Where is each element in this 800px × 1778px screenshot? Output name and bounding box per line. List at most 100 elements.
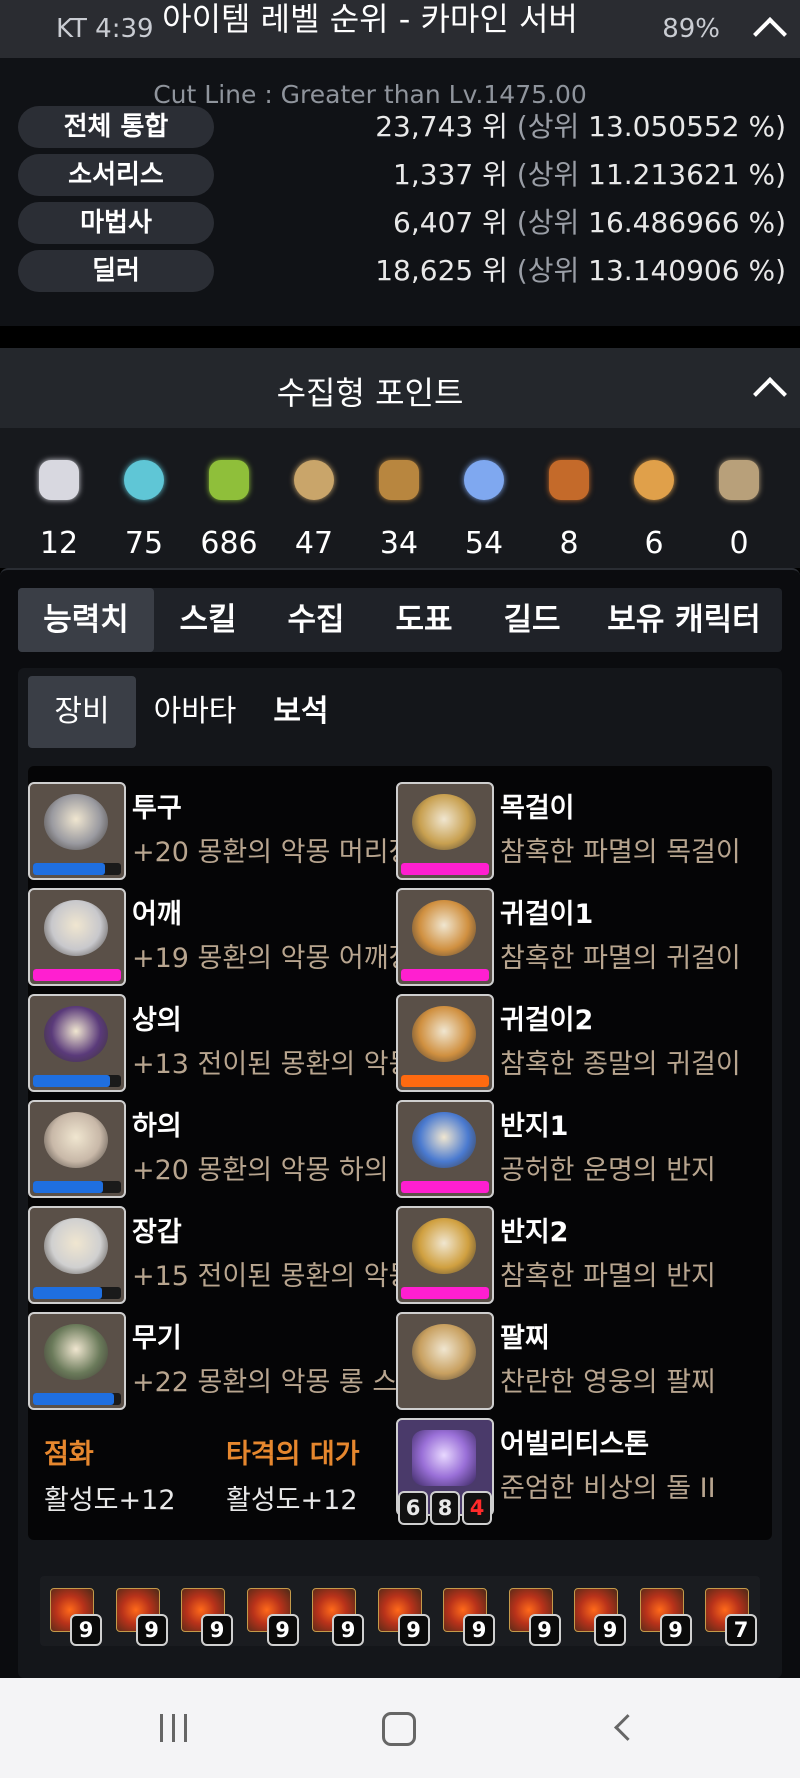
- gem-slot[interactable]: 9: [503, 1588, 561, 1646]
- recent-apps-icon[interactable]: [144, 1708, 204, 1748]
- gem-level: 9: [528, 1614, 561, 1646]
- item-name: +19 몽환의 악몽 어깨장식: [132, 943, 398, 974]
- gem-slot[interactable]: 9: [44, 1588, 102, 1646]
- equipment-slot[interactable]: 하의 +20 몽환의 악몽 하의: [28, 1100, 398, 1200]
- item-thumbnail: [396, 1312, 494, 1410]
- leaf-icon: [464, 460, 504, 500]
- collection-count: 0: [729, 526, 749, 561]
- item-name: +13 전이된 몽환의 악몽 상의: [132, 1049, 398, 1080]
- gem-level: 9: [659, 1614, 692, 1646]
- equipment-slot[interactable]: 귀걸이2 참혹한 종말의 귀걸이: [396, 994, 766, 1094]
- slot-name: 상의: [132, 1005, 182, 1036]
- equipment-slot[interactable]: 목걸이참혹한 파멸의 목걸이: [396, 782, 766, 882]
- rank-row: 딜러 18,625 위 (상위 13.140906 %): [18, 250, 786, 292]
- gem-slot[interactable]: 9: [241, 1588, 299, 1646]
- slot-name: 팔찌: [500, 1323, 550, 1354]
- item-thumbnail: [396, 782, 494, 880]
- item-name: 참혹한 파멸의 목걸이: [500, 837, 741, 868]
- quality-bar-fill: [33, 1287, 102, 1299]
- map-icon: [294, 460, 334, 500]
- item-thumbnail: [28, 888, 126, 986]
- quality-bar: [33, 1393, 121, 1405]
- gem-slot[interactable]: 9: [110, 1588, 168, 1646]
- equipment-slot[interactable]: 팔찌찬란한 영웅의 팔찌: [396, 1312, 766, 1412]
- gem-slot[interactable]: 9: [175, 1588, 233, 1646]
- equipment-slot[interactable]: 귀걸이1 참혹한 파멸의 귀걸이: [396, 888, 766, 988]
- collection-item[interactable]: 6: [612, 444, 696, 564]
- collection-title: 수집형 포인트: [276, 374, 464, 412]
- equipment-slot[interactable]: 장갑 +15 전이된 몽환의 악몽 장갑: [28, 1206, 398, 1306]
- item-thumbnail: [28, 782, 126, 880]
- rank-category-pill: 소서리스: [18, 154, 214, 196]
- tab-item[interactable]: 수집: [262, 588, 370, 652]
- collection-count: 75: [124, 526, 164, 561]
- item-name: +20 몽환의 악몽 머리장식: [132, 837, 398, 868]
- subtab-item[interactable]: 아바타: [140, 676, 250, 748]
- item-thumbnail: [28, 1206, 126, 1304]
- gem-bar: 9 9 9 9 9 9 9 9 9 9 7: [40, 1576, 760, 1646]
- gem-level: 9: [463, 1614, 495, 1646]
- gem-slot[interactable]: 9: [306, 1588, 364, 1646]
- back-icon[interactable]: [596, 1708, 656, 1748]
- item-name: 찬란한 영웅의 팔찌: [500, 1367, 716, 1398]
- gem-slot[interactable]: 9: [568, 1588, 626, 1646]
- item-art-icon: [44, 1324, 108, 1380]
- quality-bar: [401, 1287, 489, 1299]
- collection-count: 686: [200, 526, 258, 561]
- tab-item[interactable]: 보유 캐릭터: [586, 588, 782, 652]
- item-thumbnail: [28, 1312, 126, 1410]
- tab-item[interactable]: 길드: [478, 588, 586, 652]
- collection-item[interactable]: 12: [17, 444, 101, 564]
- subtab-item[interactable]: 보석: [256, 676, 346, 748]
- quality-bar-fill: [33, 1393, 114, 1405]
- equipment-slot[interactable]: 투구 +20 몽환의 악몽 머리장식: [28, 782, 398, 882]
- item-art-icon: [412, 1324, 476, 1380]
- slot-name: 목걸이: [500, 793, 575, 824]
- telescope-icon: [379, 460, 419, 500]
- collection-item[interactable]: 34: [357, 444, 441, 564]
- tab-item[interactable]: 스킬: [154, 588, 262, 652]
- collection-item[interactable]: 47: [272, 444, 356, 564]
- collection-points: 12 75 686 47 34 54 8 6 0: [0, 428, 800, 568]
- rank-paren-label: (상위: [516, 254, 580, 287]
- collection-item[interactable]: 686: [187, 444, 271, 564]
- item-art-icon: [412, 1218, 476, 1274]
- tab-item[interactable]: 능력치: [18, 588, 154, 652]
- equipment-slot[interactable]: 무기 +22 몽환의 악몽 롱 스태프: [28, 1312, 398, 1412]
- rank-value: 18,625 위 (상위 13.140906 %): [375, 250, 786, 292]
- quality-bar-fill: [33, 969, 121, 981]
- rank-row: 전체 통합 23,743 위 (상위 13.050552 %): [18, 106, 786, 148]
- engraving-level: 활성도+12: [44, 1485, 176, 1516]
- equipment-slot[interactable]: 상의 +13 전이된 몽환의 악몽 상의: [28, 994, 398, 1094]
- equipment-slot[interactable]: 반지1 공허한 운명의 반지: [396, 1100, 766, 1200]
- gem-slot[interactable]: 7: [699, 1588, 757, 1646]
- quality-bar-fill: [401, 969, 489, 981]
- collection-item[interactable]: 8: [527, 444, 611, 564]
- gem-slot[interactable]: 9: [372, 1588, 430, 1646]
- equipment-slot[interactable]: 반지2 참혹한 파멸의 반지: [396, 1206, 766, 1306]
- item-art-icon: [44, 1112, 108, 1168]
- gem-slot[interactable]: 9: [437, 1588, 495, 1646]
- collection-header[interactable]: 수집형 포인트: [0, 348, 800, 428]
- rank-row: 마법사 6,407 위 (상위 16.486966 %): [18, 202, 786, 244]
- slot-name: 어빌리티스톤: [500, 1429, 650, 1460]
- slot-name: 하의: [132, 1111, 182, 1142]
- collapse-chevron-icon[interactable]: [753, 17, 787, 51]
- quality-bar: [401, 969, 489, 981]
- ability-stone-slot[interactable]: 6 8 4 어빌리티스톤 준엄한 비상의 돌 II: [396, 1418, 766, 1528]
- subtab-item[interactable]: 장비: [28, 676, 136, 748]
- item-thumbnail: [28, 994, 126, 1092]
- collection-item[interactable]: 54: [442, 444, 526, 564]
- equipment-slot[interactable]: 어깨 +19 몽환의 악몽 어깨장식: [28, 888, 398, 988]
- system-nav-bar: [0, 1678, 800, 1778]
- collection-item[interactable]: 75: [102, 444, 186, 564]
- home-icon[interactable]: [370, 1708, 430, 1748]
- main-tabs: 능력치 스킬 수집 도표 길드 보유 캐릭터: [18, 588, 782, 652]
- quality-bar: [33, 1181, 121, 1193]
- collapse-chevron-icon[interactable]: [753, 377, 787, 411]
- collection-count: 12: [39, 526, 79, 561]
- collection-item[interactable]: 0: [697, 444, 781, 564]
- item-name: +22 몽환의 악몽 롱 스태프: [132, 1367, 398, 1398]
- gem-slot[interactable]: 9: [634, 1588, 692, 1646]
- tab-item[interactable]: 도표: [370, 588, 478, 652]
